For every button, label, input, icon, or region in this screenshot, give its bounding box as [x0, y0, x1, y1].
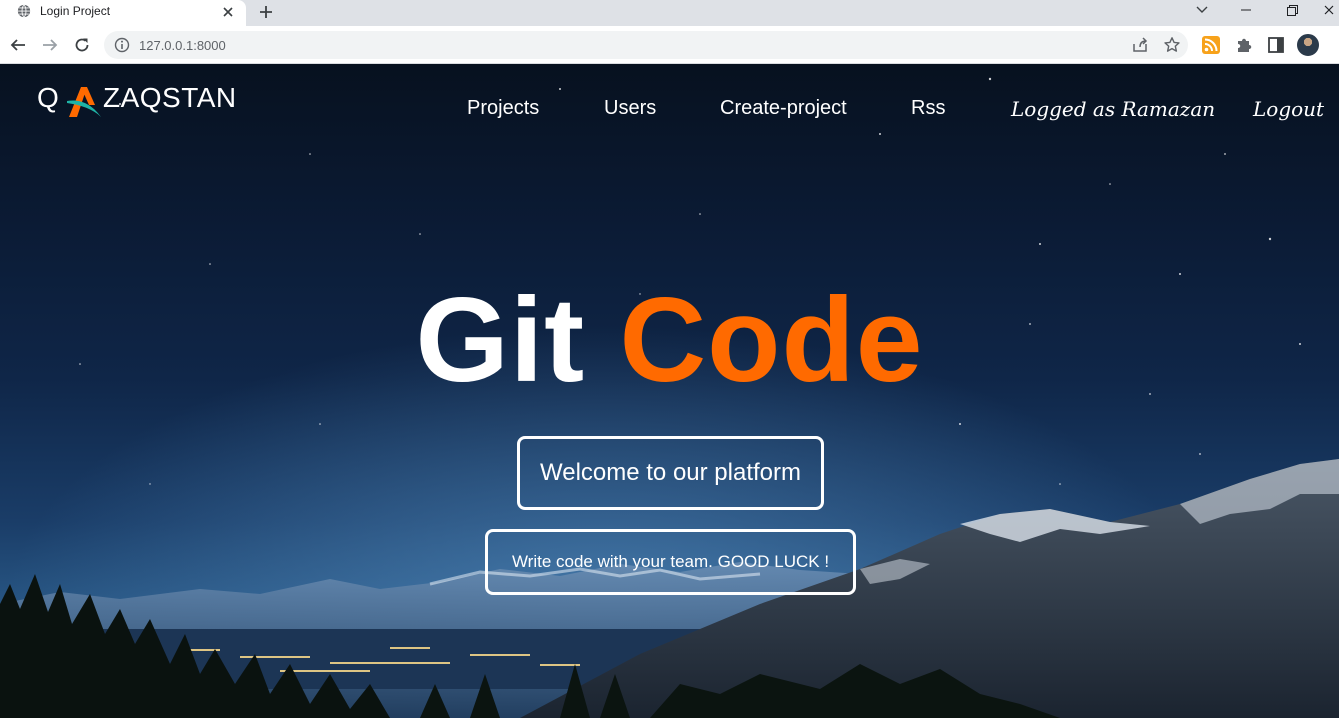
new-tab-button[interactable] [256, 1, 276, 23]
hero-title-code: Code [619, 273, 924, 407]
nav-create-project-link[interactable]: Create-project [720, 97, 847, 120]
globe-icon [17, 4, 31, 18]
restore-button[interactable] [1272, 0, 1312, 20]
side-panel-icon[interactable] [1266, 35, 1286, 55]
plus-icon [260, 6, 272, 18]
logo-letter-q: Q [37, 82, 60, 113]
star-icon[interactable] [1163, 36, 1181, 54]
share-icon[interactable] [1131, 36, 1149, 54]
arrow-left-icon [10, 39, 25, 51]
puzzle-icon[interactable] [1234, 35, 1254, 55]
info-icon[interactable] [114, 37, 130, 53]
restore-icon [1286, 4, 1298, 16]
forward-button[interactable] [37, 32, 63, 58]
nav-users-link[interactable]: Users [604, 97, 656, 120]
welcome-text: Welcome to our platform [540, 459, 801, 486]
browser-toolbar: 127.0.0.1:8000 [0, 26, 1339, 64]
logo-a-mark-icon [67, 87, 101, 117]
browser-tab[interactable]: Login Project [0, 0, 246, 26]
page-hero: Q ZAQSTAN Projects Users Create-project … [0, 64, 1339, 718]
tab-close-button[interactable] [218, 2, 238, 22]
tab-title: Login Project [40, 4, 111, 18]
rss-icon[interactable] [1201, 35, 1221, 55]
tagline-box: Write code with your team. GOOD LUCK ! [485, 529, 856, 595]
back-button[interactable] [5, 32, 31, 58]
close-icon [223, 7, 233, 17]
hero-title: Git Code [0, 280, 1339, 400]
hero-title-git: Git [415, 273, 586, 407]
window-close-button[interactable] [1318, 0, 1339, 20]
profile-avatar[interactable] [1297, 34, 1319, 56]
chevron-down-icon [1196, 6, 1208, 13]
nav-rss-link[interactable]: Rss [911, 97, 945, 120]
nav-projects-link[interactable]: Projects [467, 97, 539, 120]
logged-user-label: Logged as Ramazan [1011, 97, 1216, 121]
tagline-text: Write code with your team. GOOD LUCK ! [511, 552, 830, 571]
browser-tab-strip: Login Project [0, 0, 1339, 26]
welcome-box: Welcome to our platform [517, 436, 824, 510]
nav-logout-link[interactable]: Logout [1253, 97, 1324, 121]
tab-search-button[interactable] [1182, 0, 1222, 20]
reload-icon [75, 38, 89, 52]
address-url[interactable]: 127.0.0.1:8000 [139, 38, 226, 53]
address-bar[interactable]: 127.0.0.1:8000 [104, 31, 1188, 59]
logo-text: ZAQSTAN [103, 82, 237, 113]
reload-button[interactable] [69, 32, 95, 58]
minimize-button[interactable] [1226, 0, 1266, 20]
minimize-icon [1241, 9, 1251, 11]
arrow-right-icon [43, 39, 58, 51]
close-icon [1324, 5, 1333, 15]
